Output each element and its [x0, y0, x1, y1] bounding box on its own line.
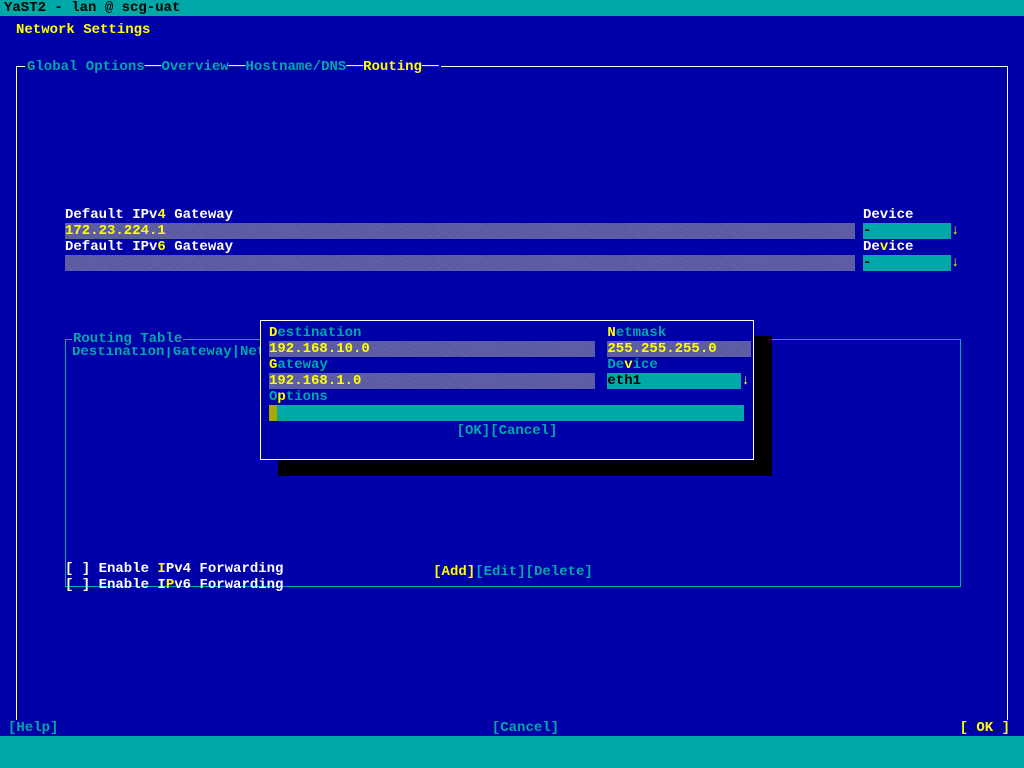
tab-global-options[interactable]: Global Options	[27, 59, 145, 75]
enable-ipv4-forwarding-checkbox[interactable]: [ ] Enable IPv4 Forwarding	[65, 561, 283, 577]
options-label: Options	[269, 389, 328, 405]
gateway-label: Gateway	[269, 357, 599, 373]
destination-label: Destination	[269, 325, 599, 341]
netmask-label: Netmask	[607, 325, 666, 341]
delete-button[interactable]: [Delete]	[526, 564, 593, 580]
help-button[interactable]: [Help]	[8, 720, 58, 736]
add-button[interactable]: [Add]	[433, 564, 475, 580]
page-title: Network Settings	[0, 16, 1024, 38]
ok-button[interactable]: [ OK ]	[960, 720, 1010, 736]
dialog-cancel-button[interactable]: [Cancel]	[490, 423, 557, 439]
dialog-ok-button[interactable]: [OK]	[457, 423, 491, 439]
ipv4-gateway-input[interactable]: 172.23.224.1	[65, 223, 855, 239]
main-area: Network Settings Global Options──Overvie…	[0, 16, 1024, 736]
ipv6-device-select[interactable]: -↓	[863, 255, 959, 271]
footer-strip	[0, 736, 1024, 752]
dialog-device-label: Device	[607, 357, 657, 373]
titlebar: YaST2 - lan @ scg-uat	[0, 0, 1024, 16]
chevron-down-icon: ↓	[741, 373, 749, 389]
chevron-down-icon: ↓	[951, 223, 959, 239]
enable-ipv6-forwarding-checkbox[interactable]: [ ] Enable IPv6 Forwarding	[65, 577, 283, 593]
routing-table-title: Routing Table	[72, 331, 183, 347]
route-entry-dialog: Destination Netmask 192.168.10.0 255.255…	[260, 320, 754, 460]
tabs: Global Options──Overview──Hostname/DNS──…	[25, 59, 441, 75]
cancel-button[interactable]: [Cancel]	[492, 720, 559, 736]
destination-input[interactable]: 192.168.10.0	[269, 341, 595, 357]
tab-overview[interactable]: Overview	[161, 59, 228, 75]
bottom-bar: [Help] [Cancel] [ OK ]	[0, 720, 1024, 736]
tab-hostname-dns[interactable]: Hostname/DNS	[245, 59, 346, 75]
ipv4-device-select[interactable]: -↓	[863, 223, 959, 239]
netmask-input[interactable]: 255.255.255.0	[607, 341, 751, 357]
edit-button[interactable]: [Edit]	[475, 564, 525, 580]
cursor	[269, 405, 277, 421]
gateway-input[interactable]: 192.168.1.0	[269, 373, 595, 389]
chevron-down-icon: ↓	[951, 255, 959, 271]
options-input[interactable]	[269, 405, 744, 421]
ipv6-device-label: Device	[863, 239, 959, 255]
dialog-device-select[interactable]: eth1	[607, 373, 741, 389]
ipv4-device-label: Device	[863, 207, 959, 223]
ipv6-gateway-label: Default IPv6 Gateway	[65, 239, 855, 255]
ipv4-gateway-label: Default IPv4 Gateway	[65, 207, 855, 223]
tab-routing[interactable]: Routing	[363, 59, 422, 75]
ipv6-gateway-input[interactable]	[65, 255, 855, 271]
